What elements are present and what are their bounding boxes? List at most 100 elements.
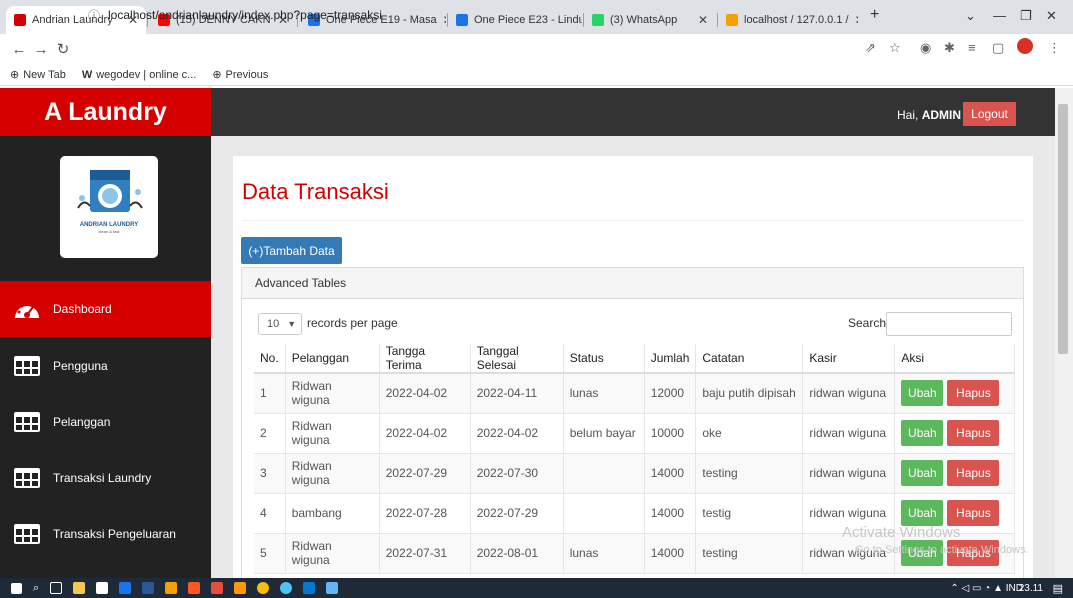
edge-icon[interactable] — [119, 582, 132, 594]
globe-icon: ⊕ — [212, 69, 222, 81]
column-header-catatan[interactable]: Catatan — [695, 344, 804, 374]
url-text: localhost/andrianlaundry/index.php?page=… — [108, 8, 382, 22]
profile-avatar[interactable] — [1017, 38, 1033, 54]
maximize-icon[interactable]: ❐ — [1020, 8, 1032, 24]
search-input[interactable] — [886, 312, 1012, 336]
vscode-icon[interactable] — [303, 582, 316, 594]
ubah-button[interactable]: Ubah — [901, 500, 944, 526]
cell-catatan: testing — [695, 453, 804, 494]
url-field[interactable]: ⓘ localhost/andrianlaundry/index.php?pag… — [88, 4, 888, 26]
forward-icon[interactable]: → — [30, 41, 52, 58]
reading-list-icon[interactable]: ≡ — [968, 40, 976, 55]
ubah-button[interactable]: Ubah — [901, 420, 944, 446]
firefox-icon[interactable] — [234, 582, 247, 594]
opera-icon[interactable] — [211, 582, 224, 594]
panel-heading: Advanced Tables — [241, 267, 1024, 299]
bookmark-star-icon[interactable]: ☆ — [889, 40, 901, 56]
table-icon — [14, 411, 40, 432]
table-row: 3 Ridwan wiguna 2022-07-29 2022-07-30 14000 t… — [254, 453, 1016, 494]
share-icon[interactable]: ⇗ — [865, 40, 876, 56]
sidebar-item-dashboard[interactable]: Dashboard — [0, 281, 211, 337]
column-header-pelanggan[interactable]: Pelanggan — [285, 344, 380, 374]
logout-button[interactable]: Logout — [963, 102, 1016, 126]
cell-selesai: 2022-07-29 — [470, 493, 564, 534]
cell-no: 2 — [254, 413, 286, 454]
menu-kebab-icon[interactable]: ⋮ — [1048, 40, 1061, 56]
cell-no: 1 — [254, 373, 286, 414]
chrome-dev-icon[interactable] — [280, 582, 293, 594]
cell-catatan: oke — [695, 413, 804, 454]
cell-no: 3 — [254, 453, 286, 494]
cell-no: 5 — [254, 533, 286, 574]
sidebar-item-transaksi-pengeluaran[interactable]: Transaksi Pengeluaran — [0, 505, 211, 562]
app-icon[interactable] — [326, 582, 339, 594]
extension-icon[interactable]: ◉ — [920, 40, 931, 56]
cell-terima: 2022-04-02 — [379, 373, 471, 414]
search-icon[interactable]: ⌕ — [33, 582, 39, 595]
cell-jumlah: 14000 — [644, 533, 697, 574]
cell-pelanggan: Ridwan wiguna — [285, 453, 380, 494]
sidebar-item-pengguna[interactable]: Pengguna — [0, 337, 211, 394]
hapus-button[interactable]: Hapus — [947, 420, 1000, 446]
sidebar-item-transaksi-laundry[interactable]: Transaksi Laundry — [0, 449, 211, 506]
cell-jumlah: 14000 — [644, 493, 697, 534]
task-view-icon[interactable] — [50, 582, 63, 594]
chrome-icon[interactable] — [257, 582, 270, 594]
bookmark-previous[interactable]: ⊕ Previous — [212, 68, 268, 82]
file-explorer-icon[interactable] — [73, 582, 86, 594]
clock[interactable]: 23.11 — [1019, 583, 1043, 594]
sidepanel-icon[interactable]: ▢ — [992, 40, 1004, 56]
sublime-icon[interactable] — [165, 582, 178, 594]
store-icon[interactable] — [96, 582, 109, 594]
cell-status — [563, 453, 645, 494]
windows-start-icon[interactable] — [11, 582, 22, 594]
activate-windows-subtext: Go to Settings to activate Windows. — [855, 544, 1029, 556]
column-header-jumlah[interactable]: Jumlah — [644, 344, 697, 374]
cell-jumlah: 10000 — [644, 413, 697, 454]
column-header-aksi[interactable]: Aksi — [894, 344, 1016, 374]
cell-terima: 2022-07-28 — [379, 493, 471, 534]
puzzle-icon[interactable]: ✱ — [944, 40, 955, 56]
back-icon[interactable]: ← — [8, 41, 30, 58]
column-header-tanggal-selesai[interactable]: Tanggal Selesai — [470, 344, 564, 374]
page-length-select[interactable]: 10 ▼ — [258, 313, 302, 335]
column-header-kasir[interactable]: Kasir — [802, 344, 896, 374]
cell-pelanggan: Ridwan wiguna — [285, 373, 380, 414]
ubah-button[interactable]: Ubah — [901, 380, 944, 407]
cell-status: lunas — [563, 373, 645, 414]
xampp-icon[interactable] — [188, 582, 201, 594]
system-tray[interactable]: ⌃ ◁ ▭ ◔ ▲ IND — [950, 583, 1023, 594]
photoshop-icon[interactable] — [142, 582, 155, 594]
hapus-button[interactable]: Hapus — [947, 380, 1000, 407]
bookmark-new-tab[interactable]: ⊕ New Tab — [10, 68, 66, 82]
cell-terima: 2022-04-02 — [379, 413, 471, 454]
cell-aksi: Ubah Hapus — [894, 413, 1016, 454]
scrollbar-thumb[interactable] — [1058, 104, 1068, 354]
title-divider — [242, 220, 1024, 221]
add-data-button[interactable]: (+)Tambah Data — [241, 237, 342, 264]
cell-terima: 2022-07-29 — [379, 453, 471, 494]
reload-icon[interactable]: ↻ — [52, 40, 74, 58]
table-icon — [14, 355, 40, 376]
sidebar-item-pelanggan[interactable]: Pelanggan — [0, 393, 211, 450]
sidebar-item-label: Dashboard — [53, 302, 112, 316]
ubah-button[interactable]: Ubah — [901, 460, 944, 486]
page-length-value: 10 — [267, 318, 280, 330]
hapus-button[interactable]: Hapus — [947, 460, 1000, 486]
app-brand[interactable]: A Laundry — [0, 88, 211, 136]
close-window-icon[interactable]: ✕ — [1046, 8, 1057, 24]
column-header-tanggal-terima[interactable]: Tangga Terima — [379, 344, 471, 374]
table-header-row: No. Pelanggan Tangga Terima Tanggal Sele… — [254, 344, 1016, 374]
minimize-icon[interactable]: — — [993, 8, 1006, 23]
bookmarks-bar: ⊕ New Tab W wegodev | online c... ⊕ Prev… — [0, 64, 1073, 86]
cell-aksi: Ubah Hapus — [894, 373, 1016, 414]
bookmark-wegodev[interactable]: W wegodev | online c... — [82, 69, 196, 81]
site-info-icon[interactable]: ⓘ — [88, 7, 100, 24]
notification-icon[interactable]: ▤ — [1053, 582, 1063, 595]
sidebar-item-label: Pelanggan — [53, 414, 111, 429]
table-row: 2 Ridwan wiguna 2022-04-02 2022-04-02 belum … — [254, 413, 1016, 454]
column-header-status[interactable]: Status — [563, 344, 645, 374]
hapus-button[interactable]: Hapus — [947, 500, 1000, 526]
tab-search-chevron-icon[interactable]: ⌄ — [965, 8, 976, 24]
column-header-no[interactable]: No. — [254, 344, 286, 374]
